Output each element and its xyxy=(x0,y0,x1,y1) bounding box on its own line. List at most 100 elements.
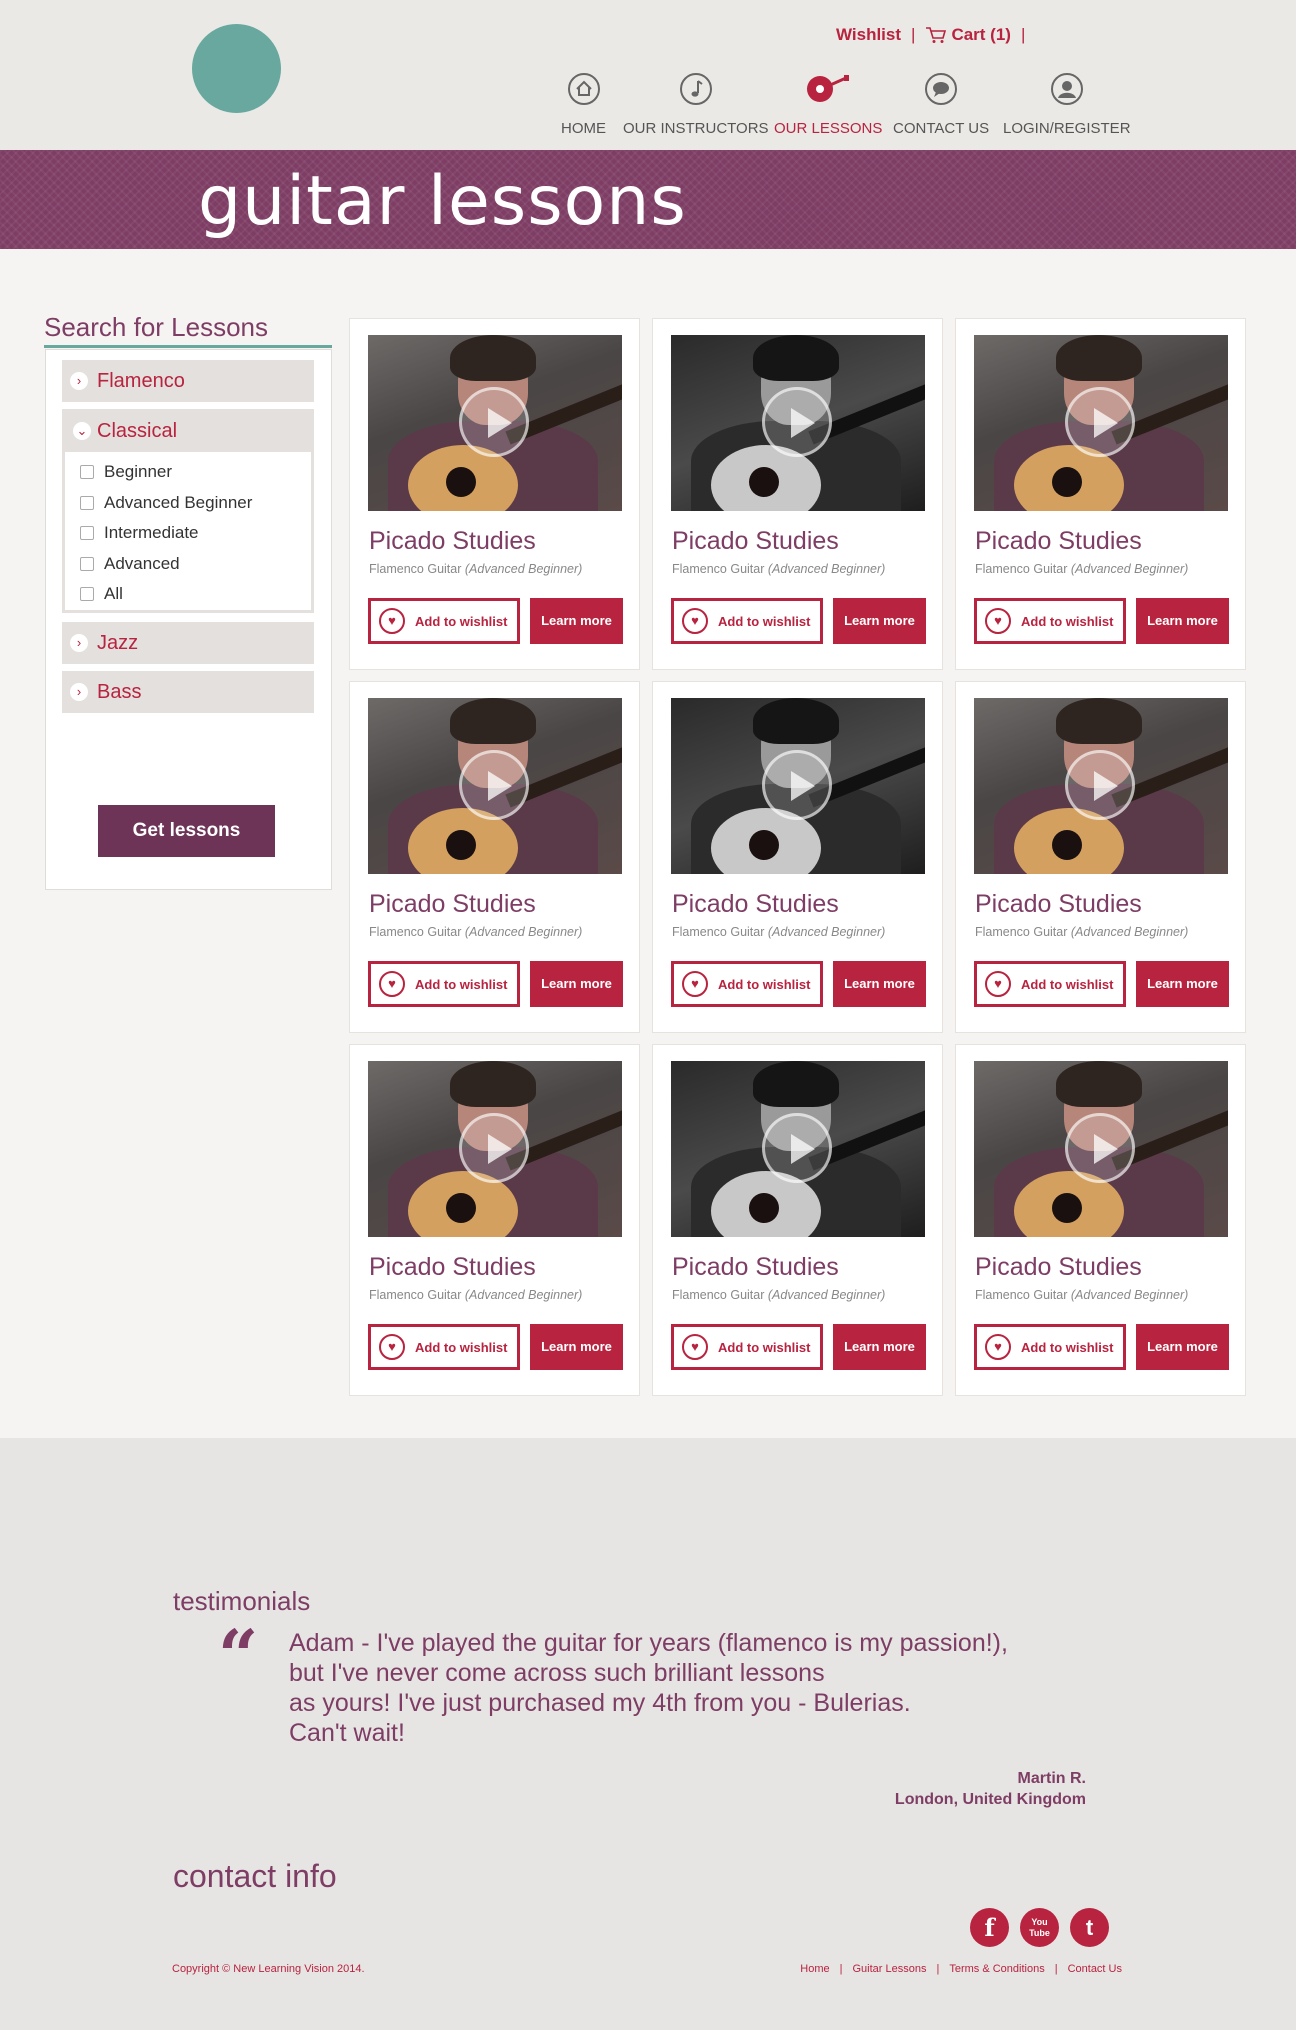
lesson-thumbnail[interactable] xyxy=(671,1061,925,1237)
nav-instructors[interactable]: OUR INSTRUCTORS xyxy=(623,72,769,137)
footer-link-contact[interactable]: Contact Us xyxy=(1068,1963,1122,1975)
quote-line: as yours! I've just purchased my 4th fro… xyxy=(289,1689,911,1717)
play-icon[interactable] xyxy=(1065,750,1135,820)
level-option-intermediate[interactable]: Intermediate xyxy=(80,523,199,543)
play-icon[interactable] xyxy=(459,387,529,457)
play-icon[interactable] xyxy=(762,387,832,457)
learn-more-button[interactable]: Learn more xyxy=(833,598,926,644)
learn-more-button[interactable]: Learn more xyxy=(530,1324,623,1370)
lesson-level: (Advanced Beginner) xyxy=(1070,562,1189,576)
level-option-beginner[interactable]: Beginner xyxy=(80,462,172,482)
learn-more-button[interactable]: Learn more xyxy=(1136,1324,1229,1370)
lesson-thumbnail[interactable] xyxy=(368,1061,622,1237)
level-option-advanced[interactable]: Advanced xyxy=(80,554,180,574)
wishlist-link[interactable]: Wishlist xyxy=(836,25,901,45)
add-to-wishlist-button[interactable]: ♥ Add to wishlist xyxy=(368,1324,520,1370)
lesson-thumbnail[interactable] xyxy=(974,335,1228,511)
play-icon[interactable] xyxy=(459,1113,529,1183)
lesson-thumbnail[interactable] xyxy=(671,698,925,874)
add-to-wishlist-button[interactable]: ♥ Add to wishlist xyxy=(368,961,520,1007)
category-label: Bass xyxy=(97,681,142,703)
checkbox[interactable] xyxy=(80,557,94,571)
wishlist-button-label: Add to wishlist xyxy=(1021,613,1114,629)
cart-link[interactable]: Cart (1) xyxy=(925,25,1011,45)
lesson-title: Picado Studies xyxy=(672,1253,839,1281)
footer-link-home[interactable]: Home xyxy=(800,1963,829,1975)
checkbox[interactable] xyxy=(80,465,94,479)
wishlist-button-label: Add to wishlist xyxy=(415,613,508,629)
play-icon[interactable] xyxy=(459,750,529,820)
category-jazz[interactable]: › Jazz xyxy=(62,622,314,664)
lesson-category: Flamenco Guitar xyxy=(975,562,1068,576)
separator: | xyxy=(839,1963,843,1975)
youtube-icon[interactable]: You Tube xyxy=(1020,1908,1059,1947)
wishlist-button-label: Add to wishlist xyxy=(1021,1339,1114,1355)
lesson-thumbnail[interactable] xyxy=(974,1061,1228,1237)
separator: | xyxy=(1020,25,1026,44)
nav-home[interactable]: HOME xyxy=(561,72,606,137)
checkbox[interactable] xyxy=(80,587,94,601)
author-location: London, United Kingdom xyxy=(894,1791,1086,1808)
quote-line: but I've never come across such brillian… xyxy=(289,1659,825,1687)
get-lessons-button[interactable]: Get lessons xyxy=(98,805,275,857)
lesson-thumbnail[interactable] xyxy=(368,698,622,874)
level-label: All xyxy=(104,584,123,603)
checkbox[interactable] xyxy=(80,496,94,510)
footer-link-guitar-lessons[interactable]: Guitar Lessons xyxy=(853,1963,927,1975)
category-classical[interactable]: ⌄ Classical xyxy=(65,412,311,452)
lesson-category: Flamenco Guitar xyxy=(672,562,765,576)
lesson-title: Picado Studies xyxy=(369,527,536,555)
lesson-title: Picado Studies xyxy=(369,1253,536,1281)
add-to-wishlist-button[interactable]: ♥ Add to wishlist xyxy=(974,961,1126,1007)
heart-icon: ♥ xyxy=(985,608,1011,634)
lesson-thumbnail[interactable] xyxy=(671,335,925,511)
lesson-card: Picado Studies Flamenco Guitar (Advanced … xyxy=(652,318,943,670)
lesson-thumbnail[interactable] xyxy=(974,698,1228,874)
footer-link-terms[interactable]: Terms & Conditions xyxy=(949,1963,1044,1975)
chevron-right-icon: › xyxy=(70,683,88,701)
nav-label: OUR INSTRUCTORS xyxy=(623,120,769,137)
twitter-icon[interactable]: t xyxy=(1070,1908,1109,1947)
add-to-wishlist-button[interactable]: ♥ Add to wishlist xyxy=(974,598,1126,644)
facebook-icon[interactable]: f xyxy=(970,1908,1009,1947)
play-icon[interactable] xyxy=(762,1113,832,1183)
learn-more-button[interactable]: Learn more xyxy=(1136,961,1229,1007)
lesson-subtitle: Flamenco Guitar (Advanced Beginner) xyxy=(369,925,582,939)
testimonial-author: Martin R. London, United Kingdom xyxy=(895,1768,1086,1810)
heart-icon: ♥ xyxy=(682,608,708,634)
nav-login[interactable]: LOGIN/REGISTER xyxy=(1003,72,1131,137)
add-to-wishlist-button[interactable]: ♥ Add to wishlist xyxy=(671,961,823,1007)
wishlist-button-label: Add to wishlist xyxy=(415,976,508,992)
lesson-level: (Advanced Beginner) xyxy=(767,562,886,576)
lesson-title: Picado Studies xyxy=(672,527,839,555)
separator: | xyxy=(911,25,916,44)
learn-more-button[interactable]: Learn more xyxy=(833,961,926,1007)
play-icon[interactable] xyxy=(1065,1113,1135,1183)
guitar-icon xyxy=(807,75,850,102)
chevron-right-icon: › xyxy=(70,634,88,652)
level-option-advanced-beginner[interactable]: Advanced Beginner xyxy=(80,493,252,513)
play-icon[interactable] xyxy=(1065,387,1135,457)
play-icon[interactable] xyxy=(762,750,832,820)
lesson-title: Picado Studies xyxy=(369,890,536,918)
category-bass[interactable]: › Bass xyxy=(62,671,314,713)
learn-more-button[interactable]: Learn more xyxy=(833,1324,926,1370)
lesson-title: Picado Studies xyxy=(672,890,839,918)
lesson-subtitle: Flamenco Guitar (Advanced Beginner) xyxy=(975,1288,1188,1302)
learn-more-button[interactable]: Learn more xyxy=(530,598,623,644)
level-option-all[interactable]: All xyxy=(80,584,123,604)
lesson-thumbnail[interactable] xyxy=(368,335,622,511)
lesson-level: (Advanced Beginner) xyxy=(1070,1288,1189,1302)
add-to-wishlist-button[interactable]: ♥ Add to wishlist xyxy=(671,598,823,644)
category-flamenco[interactable]: › Flamenco xyxy=(62,360,314,402)
add-to-wishlist-button[interactable]: ♥ Add to wishlist xyxy=(368,598,520,644)
lesson-title: Picado Studies xyxy=(975,527,1142,555)
learn-more-button[interactable]: Learn more xyxy=(530,961,623,1007)
add-to-wishlist-button[interactable]: ♥ Add to wishlist xyxy=(974,1324,1126,1370)
nav-lessons[interactable]: OUR LESSONS xyxy=(774,72,882,137)
add-to-wishlist-button[interactable]: ♥ Add to wishlist xyxy=(671,1324,823,1370)
search-sidebar: › Flamenco ⌄ Classical Beginner Advanced… xyxy=(45,349,332,890)
learn-more-button[interactable]: Learn more xyxy=(1136,598,1229,644)
checkbox[interactable] xyxy=(80,526,94,540)
nav-contact[interactable]: CONTACT US xyxy=(893,72,989,137)
